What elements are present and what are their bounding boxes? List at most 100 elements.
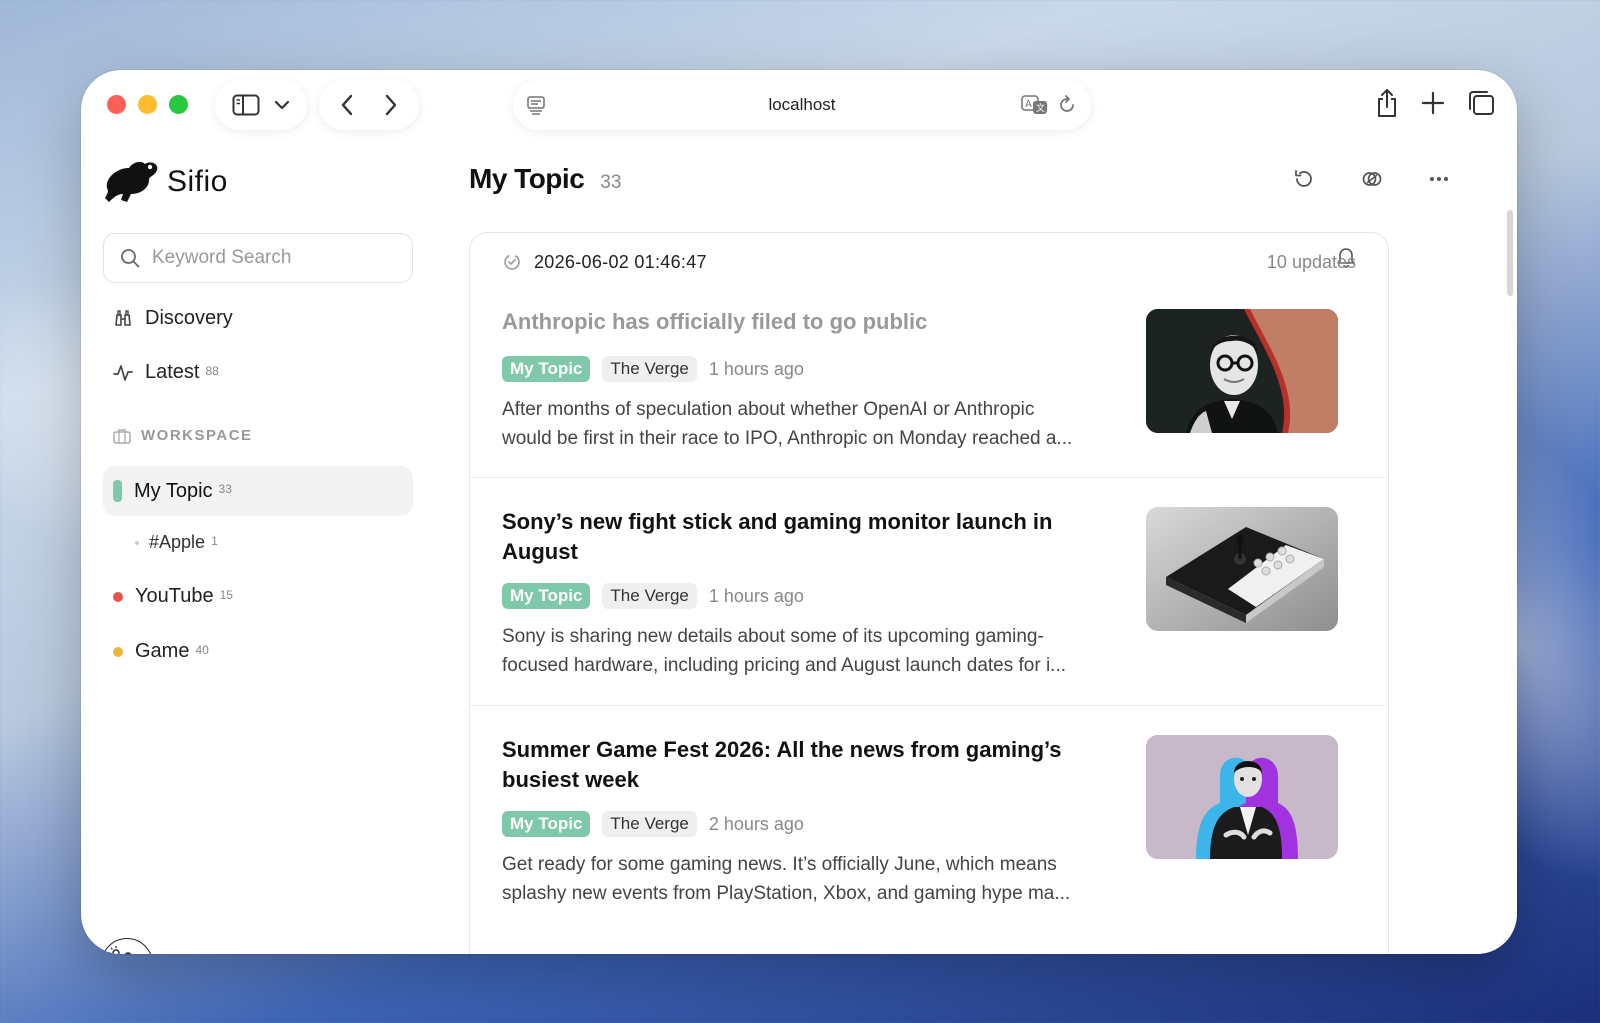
- sidebar-item-my-topic[interactable]: My Topic 33: [103, 466, 413, 516]
- article-snippet: Get ready for some gaming news. It’s off…: [502, 850, 1122, 908]
- article-snippet: After months of speculation about whethe…: [502, 395, 1122, 453]
- translate-icon[interactable]: A文: [1021, 94, 1049, 116]
- more-icon[interactable]: [1429, 176, 1449, 182]
- article-row[interactable]: Summer Game Fest 2026: All the news from…: [470, 707, 1387, 954]
- article-time: 2 hours ago: [708, 813, 804, 834]
- user-avatar[interactable]: [101, 938, 153, 954]
- article-row[interactable]: Sony’s new fight stick and gaming monito…: [470, 479, 1387, 706]
- workspace-label: WORKSPACE: [141, 427, 253, 444]
- toolbar-right-actions: [1375, 88, 1495, 118]
- topic-tag[interactable]: My Topic: [502, 583, 591, 609]
- address-url: localhost: [768, 95, 836, 114]
- page-header: My Topic 33: [469, 163, 621, 195]
- forward-icon[interactable]: [383, 93, 399, 117]
- snippet-line: After months of speculation about whethe…: [502, 399, 1035, 420]
- scrollbar[interactable]: [1507, 210, 1513, 296]
- sync-icon: [502, 252, 522, 272]
- snippet-line: Get ready for some gaming news. It’s off…: [502, 854, 1057, 875]
- bullet-icon: [135, 540, 139, 545]
- nav-latest[interactable]: Latest 88: [113, 361, 219, 384]
- header-actions: [1293, 168, 1449, 190]
- tab-overview-icon[interactable]: [1467, 90, 1495, 116]
- workspace-section-label: WORKSPACE: [113, 427, 253, 444]
- source-tag[interactable]: The Verge: [602, 356, 697, 382]
- article-thumbnail[interactable]: [1146, 507, 1338, 631]
- app-logo[interactable]: Sifio: [103, 158, 228, 206]
- search-input[interactable]: [152, 247, 392, 269]
- update-card: 2026-06-02 01:46:47 10 updates Anthropic…: [469, 232, 1389, 954]
- minimize-window-button[interactable]: [138, 95, 157, 114]
- article-title[interactable]: Summer Game Fest 2026: All the news from…: [502, 735, 1092, 795]
- game-count: 40: [195, 642, 209, 657]
- article-time: 1 hours ago: [708, 358, 804, 379]
- game-color-dot: [113, 646, 123, 657]
- update-header: 2026-06-02 01:46:47 10 updates: [502, 247, 1356, 277]
- topic-tag[interactable]: My Topic: [502, 811, 591, 837]
- frog-logo-icon: [103, 158, 161, 206]
- update-count: 10 updates: [1266, 251, 1356, 272]
- share-icon[interactable]: [1375, 88, 1399, 118]
- sidebar-item-game[interactable]: Game 40: [113, 640, 209, 663]
- sidebar-toggle-icon[interactable]: [232, 94, 260, 116]
- briefcase-icon: [113, 428, 131, 444]
- nav-discovery[interactable]: Discovery: [113, 307, 233, 330]
- topic-tag[interactable]: My Topic: [502, 356, 591, 382]
- update-timestamp: 2026-06-02 01:46:47: [534, 251, 707, 272]
- article-snippet: Sony is sharing new details about some o…: [502, 622, 1122, 680]
- nav-discovery-label: Discovery: [145, 307, 233, 329]
- article-meta: My Topic The Verge 1 hours ago: [502, 356, 804, 382]
- apple-label: #Apple: [149, 532, 206, 552]
- binoculars-icon: [113, 309, 133, 329]
- article-title[interactable]: Anthropic has officially filed to go pub…: [502, 307, 1092, 337]
- article-row[interactable]: Anthropic has officially filed to go pub…: [470, 301, 1387, 478]
- source-tag[interactable]: The Verge: [602, 583, 697, 609]
- browser-toolbar: localhost A文: [81, 70, 1517, 140]
- page-title: My Topic: [469, 163, 585, 194]
- article-meta: My Topic The Verge 1 hours ago: [502, 583, 804, 609]
- apple-count: 1: [211, 533, 218, 548]
- keyword-search[interactable]: [103, 233, 413, 283]
- youtube-label: YouTube: [135, 585, 214, 607]
- game-label: Game: [135, 640, 190, 662]
- snippet-line: would be first in their race to IPO, Ant…: [502, 428, 1073, 449]
- my-topic-count: 33: [218, 482, 232, 496]
- back-icon[interactable]: [339, 93, 355, 117]
- svg-text:文: 文: [1036, 102, 1045, 114]
- nav-latest-label: Latest: [145, 361, 200, 383]
- page-count: 33: [600, 172, 622, 193]
- new-tab-icon[interactable]: [1421, 91, 1445, 115]
- article-meta: My Topic The Verge 2 hours ago: [502, 811, 804, 837]
- chevron-down-icon[interactable]: [274, 99, 290, 111]
- topic-color-marker: [113, 480, 122, 502]
- youtube-count: 15: [219, 587, 233, 602]
- snippet-line: splashy new events from PlayStation, Xbo…: [502, 883, 1071, 904]
- article-title[interactable]: Sony’s new fight stick and gaming monito…: [502, 507, 1092, 567]
- address-actions: A文: [1021, 94, 1077, 116]
- youtube-color-dot: [113, 591, 123, 602]
- window-controls: [107, 95, 188, 114]
- close-window-button[interactable]: [107, 95, 126, 114]
- snippet-line: Sony is sharing new details about some o…: [502, 626, 1044, 647]
- refresh-icon[interactable]: [1293, 168, 1315, 190]
- search-icon: [120, 248, 140, 268]
- address-bar[interactable]: localhost A文: [513, 80, 1091, 130]
- sidebar-item-apple[interactable]: #Apple 1: [135, 532, 218, 553]
- latest-count: 88: [205, 363, 219, 378]
- sidebar: Sifio Discovery Latest 88 WORKSPA: [81, 140, 431, 954]
- my-topic-label: My Topic: [134, 479, 213, 502]
- source-tag[interactable]: The Verge: [602, 811, 697, 837]
- article-thumbnail[interactable]: [1146, 735, 1338, 859]
- activity-icon: [113, 363, 133, 383]
- article-thumbnail[interactable]: [1146, 309, 1338, 433]
- article-time: 1 hours ago: [708, 585, 804, 606]
- sidebar-toggle-group: [215, 80, 307, 130]
- snippet-line: focused hardware, including pricing and …: [502, 655, 1067, 676]
- history-nav-group: [319, 80, 419, 130]
- mark-read-icon[interactable]: [1361, 168, 1383, 190]
- reload-icon[interactable]: [1057, 95, 1077, 115]
- browser-window: localhost A文 Sifio Keyword Search Discov…: [81, 70, 1517, 954]
- zoom-window-button[interactable]: [169, 95, 188, 114]
- sidebar-item-youtube[interactable]: YouTube 15: [113, 585, 233, 608]
- app-name: Sifio: [167, 165, 228, 198]
- svg-text:A: A: [1025, 99, 1032, 110]
